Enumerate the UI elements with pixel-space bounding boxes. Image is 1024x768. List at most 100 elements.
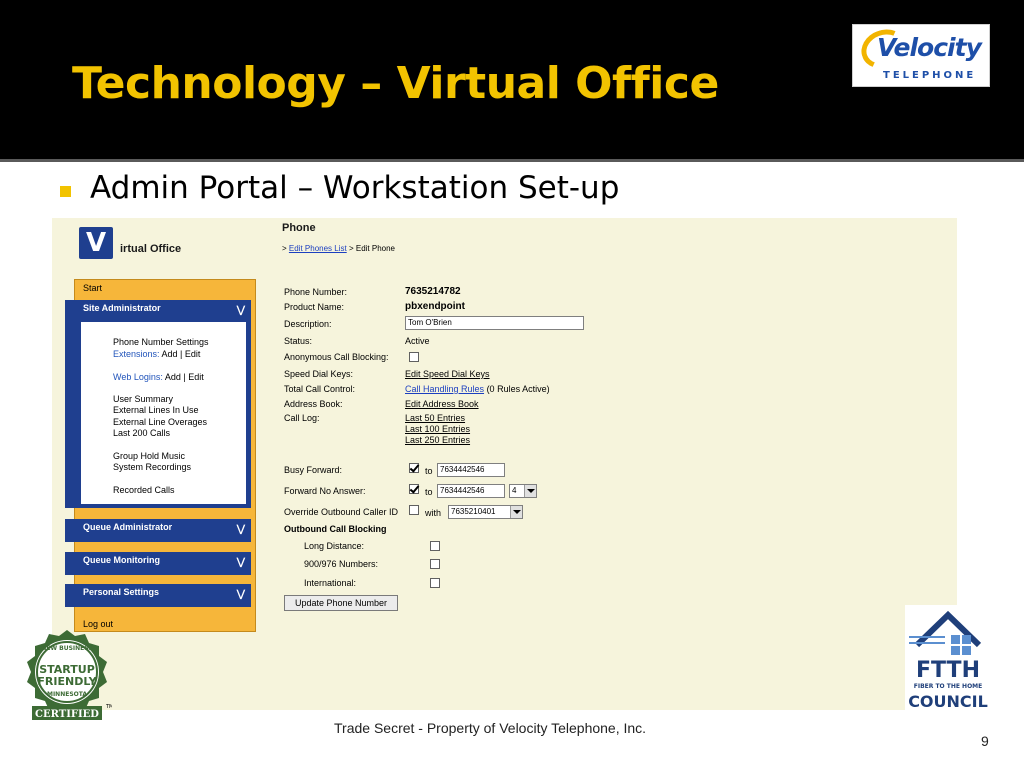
ftth-subtitle: FIBER TO THE HOME <box>914 683 983 690</box>
phone-number-label: Phone Number: <box>284 287 348 297</box>
premium-numbers-checkbox[interactable] <box>430 559 440 569</box>
chevron-double-down-icon[interactable]: ⋁ <box>237 306 245 316</box>
sidebar-item-external-line-overages[interactable]: External Line Overages <box>113 417 207 427</box>
description-label: Description: <box>284 319 332 329</box>
long-distance-checkbox[interactable] <box>430 541 440 551</box>
chevron-double-down-icon[interactable]: ⋁ <box>237 558 245 568</box>
ftth-acronym: FTTH <box>916 658 980 683</box>
anonymous-call-blocking-checkbox[interactable] <box>409 352 419 362</box>
footer-notice: Trade Secret - Property of Velocity Tele… <box>334 720 647 736</box>
sidebar-item-last-200-calls[interactable]: Last 200 Calls <box>113 428 170 438</box>
status-value: Active <box>405 336 430 346</box>
busy-forward-label: Busy Forward: <box>284 465 343 475</box>
busy-forward-number-input[interactable]: 7634442546 <box>437 463 505 477</box>
premium-numbers-label: 900/976 Numbers: <box>304 559 379 569</box>
override-caller-id-with-label: with <box>425 508 442 518</box>
international-checkbox[interactable] <box>430 578 440 588</box>
page-number: 9 <box>981 733 989 749</box>
sidebar-item-recorded-calls[interactable]: Recorded Calls <box>113 485 175 495</box>
header-divider <box>0 159 1024 162</box>
virtual-office-logo-letter: V <box>85 228 107 258</box>
sidebar-item-start[interactable]: Start <box>83 283 102 293</box>
breadcrumb: > Edit Phones List > Edit Phone <box>282 244 395 253</box>
address-book-label: Address Book: <box>284 399 343 409</box>
house-window-icon <box>962 635 971 644</box>
speed-dial-keys-label: Speed Dial Keys: <box>284 369 354 379</box>
velocity-logo-wordmark: Velocity <box>877 33 982 62</box>
breadcrumb-edit-phones-list-link[interactable]: Edit Phones List <box>289 244 347 253</box>
chevron-double-down-icon[interactable]: ⋁ <box>237 525 245 535</box>
sidebar-header-personal-settings[interactable]: Personal Settings ⋁ <box>65 584 251 606</box>
sidebar-item-group-hold-music[interactable]: Group Hold Music <box>113 451 185 461</box>
description-input[interactable]: Tom O'Brien <box>405 316 584 330</box>
house-window-icon <box>951 635 960 644</box>
select-value: 4 <box>512 486 517 495</box>
busy-forward-checkbox[interactable] <box>409 463 419 473</box>
badge-certified-text: CERTIFIED <box>35 709 99 720</box>
call-handling-rules-link[interactable]: Call Handling Rules <box>405 384 484 394</box>
forward-no-answer-rings-select[interactable]: 4 <box>509 484 537 498</box>
sidebar-item-phone-number-settings[interactable]: Phone Number Settings <box>113 337 209 347</box>
override-caller-id-checkbox[interactable] <box>409 505 419 515</box>
sidebar-item-system-recordings[interactable]: System Recordings <box>113 462 191 472</box>
velocity-telephone-logo: Velocity TELEPHONE <box>852 23 990 87</box>
anonymous-call-blocking-label: Anonymous Call Blocking: <box>284 352 389 362</box>
forward-no-answer-number-input[interactable]: 7634442546 <box>437 484 505 498</box>
sidebar-item-web-logins: Web Logins: Add | Edit <box>113 372 204 382</box>
badge-state-text: MINNESOTA <box>47 691 87 698</box>
sidebar-section-site-administrator: Site Administrator ⋁ <box>65 300 251 508</box>
override-caller-id-select[interactable]: 7635210401 <box>448 505 523 519</box>
sidebar-section-queue-monitoring[interactable]: Queue Monitoring ⋁ <box>65 552 251 575</box>
call-log-last-50-link[interactable]: Last 50 Entries <box>405 413 465 423</box>
call-log-label: Call Log: <box>284 413 320 423</box>
chevron-double-down-icon[interactable]: ⋁ <box>237 590 245 600</box>
badge-friendly-text: FRIENDLY <box>37 675 97 688</box>
phone-number-value: 7635214782 <box>405 286 461 297</box>
dropdown-arrow-icon[interactable] <box>524 485 536 497</box>
product-name-label: Product Name: <box>284 302 345 312</box>
edit-address-book-link[interactable]: Edit Address Book <box>405 399 479 409</box>
house-window-icon <box>962 646 971 655</box>
forward-no-answer-label: Forward No Answer: <box>284 486 366 496</box>
page-heading: Phone <box>282 222 316 234</box>
sidebar-item-label: Web Logins: <box>113 372 163 382</box>
forward-no-answer-to-label: to <box>425 487 433 497</box>
sidebar-item-user-summary[interactable]: User Summary <box>113 394 173 404</box>
sidebar-header-label: Site Administrator <box>83 303 161 313</box>
international-label: International: <box>304 578 357 588</box>
override-caller-id-label: Override Outbound Caller ID <box>284 507 399 517</box>
long-distance-label: Long Distance: <box>304 541 365 551</box>
sidebar-header-site-administrator[interactable]: Site Administrator ⋁ <box>65 300 251 322</box>
bullet-square-icon <box>60 186 71 197</box>
call-log-last-250-link[interactable]: Last 250 Entries <box>405 435 470 445</box>
breadcrumb-current: Edit Phone <box>355 244 395 253</box>
admin-portal-screenshot: V irtual Office Start Log out Site Admin… <box>52 218 957 710</box>
sidebar-item-extensions: Extensions: Add | Edit <box>113 349 200 359</box>
sidebar-header-label: Queue Administrator <box>83 522 173 532</box>
update-phone-number-button[interactable]: Update Phone Number <box>284 595 398 611</box>
startup-friendly-certified-badge: NEW BUSINESS STARTUP FRIENDLY MINNESOTA … <box>27 630 112 720</box>
total-call-control-label: Total Call Control: <box>284 384 356 394</box>
web-logins-add-edit-links[interactable]: Add | Edit <box>165 372 204 382</box>
sidebar-section-queue-administrator[interactable]: Queue Administrator ⋁ <box>65 519 251 542</box>
virtual-office-title: irtual Office <box>120 243 182 255</box>
product-name-value: pbxendpoint <box>405 301 465 312</box>
forward-no-answer-checkbox[interactable] <box>409 484 419 494</box>
sidebar-item-external-lines-in-use[interactable]: External Lines In Use <box>113 405 199 415</box>
busy-forward-to-label: to <box>425 466 433 476</box>
sidebar-header-queue-administrator[interactable]: Queue Administrator ⋁ <box>65 519 251 541</box>
ftth-council-logo: FTTH FIBER TO THE HOME COUNCIL <box>905 605 991 715</box>
select-value: 7635210401 <box>451 507 496 516</box>
sidebar-item-label: Extensions: <box>113 349 160 359</box>
edit-speed-dial-keys-link[interactable]: Edit Speed Dial Keys <box>405 369 490 379</box>
virtual-office-logo: V <box>79 227 113 259</box>
velocity-logo-subtitle: TELEPHONE <box>883 70 977 81</box>
sidebar-section-personal-settings[interactable]: Personal Settings ⋁ <box>65 584 251 607</box>
sidebar-header-queue-monitoring[interactable]: Queue Monitoring ⋁ <box>65 552 251 574</box>
slide-title: Technology – Virtual Office <box>72 58 719 109</box>
call-log-last-100-link[interactable]: Last 100 Entries <box>405 424 470 434</box>
extensions-add-edit-links[interactable]: Add | Edit <box>162 349 201 359</box>
bullet-text: Admin Portal – Workstation Set-up <box>90 170 620 206</box>
dropdown-arrow-icon[interactable] <box>510 506 522 518</box>
badge-top-text: NEW BUSINESS <box>41 645 92 652</box>
